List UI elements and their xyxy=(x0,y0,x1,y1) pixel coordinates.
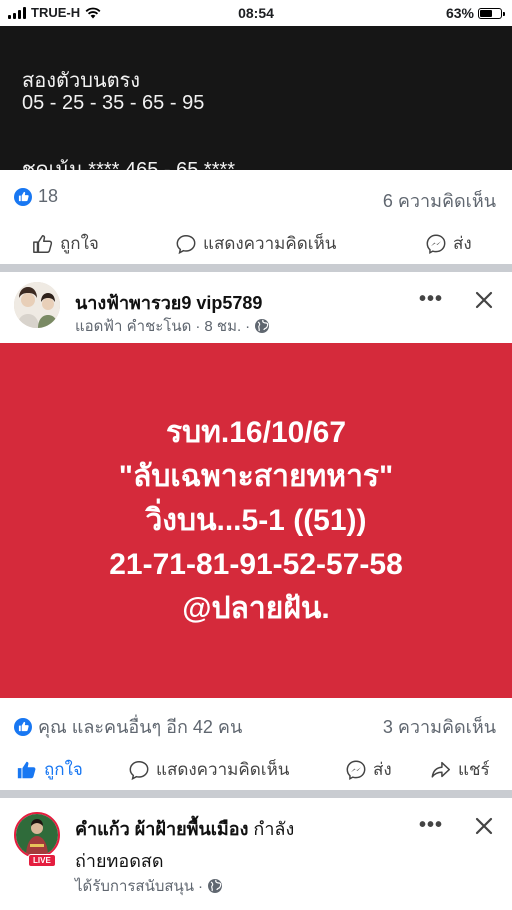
send-label: ส่ง xyxy=(453,234,472,253)
close-icon[interactable] xyxy=(474,816,494,836)
share-button[interactable]: แชร์ xyxy=(430,756,490,783)
post-time[interactable]: 8 ชม. xyxy=(204,314,241,338)
battery-icon xyxy=(478,7,505,19)
page-name[interactable]: นางฟ้าพารวย9 vip5789 xyxy=(75,288,262,317)
like-count[interactable]: คุณ และคนอื่นๆ อีก 42 คน xyxy=(14,712,242,741)
avatar[interactable] xyxy=(14,282,60,328)
comment-label: แสดงความคิดเห็น xyxy=(156,760,290,779)
post-header: นางฟ้าพารวย9 vip5789 แอดฟ้า คำชะโนด · 8 … xyxy=(0,272,512,342)
reaction-summary: 18 6 ความคิดเห็น xyxy=(0,172,512,222)
clock: 08:54 xyxy=(238,5,274,21)
sponsored-label[interactable]: ได้รับการสนับสนุน xyxy=(75,874,194,898)
image-text-line: "ลับเฉพาะสายทหาร" xyxy=(118,459,394,493)
image-text-line: รบท.16/10/67 xyxy=(165,415,347,449)
reaction-summary: คุณ และคนอื่นๆ อีก 42 คน 3 ความคิดเห็น xyxy=(0,698,512,748)
image-text-line: 05 - 25 - 35 - 65 - 95 xyxy=(22,92,205,114)
page-name[interactable]: คำแก้ว ผ้าฝ้ายพื้นเมือง xyxy=(75,819,248,839)
globe-icon xyxy=(255,319,270,333)
comment-count[interactable]: 3 ความคิดเห็น xyxy=(383,712,496,741)
post-meta: ได้รับการสนับสนุน · xyxy=(75,874,223,898)
post-image-red[interactable]: รบท.16/10/67 "ลับเฉพาะสายทหาร" วิ่งบน...… xyxy=(0,343,512,698)
comment-button[interactable]: แสดงความคิดเห็น xyxy=(128,756,289,783)
like-icon xyxy=(14,717,32,736)
like-count-text: คุณ และคนอื่นๆ อีก 42 คน xyxy=(38,717,243,737)
live-status: กำลัง xyxy=(253,819,295,839)
more-icon[interactable]: ••• xyxy=(419,288,443,311)
live-badge: LIVE xyxy=(28,854,56,867)
like-button[interactable]: ถูกใจ xyxy=(32,230,99,257)
post-divider xyxy=(0,790,512,798)
author-name[interactable]: แอดฟ้า คำชะโนด xyxy=(75,314,191,338)
post-actions: ถูกใจ แสดงความคิดเห็น ส่ง xyxy=(0,222,512,266)
comment-button[interactable]: แสดงความคิดเห็น xyxy=(175,230,336,257)
like-count-text: 18 xyxy=(38,186,59,206)
share-label: แชร์ xyxy=(458,760,490,779)
image-text-line: 21-71-81-91-52-57-58 xyxy=(109,547,403,581)
post-divider xyxy=(0,264,512,272)
messenger-icon xyxy=(346,760,366,780)
messenger-icon xyxy=(426,234,446,254)
comment-icon xyxy=(129,760,149,780)
battery-group: 63% xyxy=(445,5,505,21)
send-button[interactable]: ส่ง xyxy=(425,230,472,257)
comment-icon xyxy=(176,234,196,254)
post-actions: ถูกใจ แสดงความคิดเห็น ส่ง แชร์ xyxy=(0,748,512,792)
like-icon xyxy=(33,234,53,253)
close-icon[interactable] xyxy=(474,290,494,310)
comment-label: แสดงความคิดเห็น xyxy=(203,234,337,253)
send-label: ส่ง xyxy=(373,760,392,779)
post-meta: แอดฟ้า คำชะโนด · 8 ชม. · xyxy=(75,314,270,338)
like-label: ถูกใจ xyxy=(44,760,83,779)
like-count[interactable]: 18 xyxy=(14,186,58,207)
status-bar: TRUE-H 08:54 63% xyxy=(0,0,512,26)
like-icon xyxy=(17,761,36,778)
live-status-line: ถ่ายทอดสด xyxy=(75,851,164,871)
comment-count[interactable]: 6 ความคิดเห็น xyxy=(383,186,496,215)
more-icon[interactable]: ••• xyxy=(419,814,443,837)
like-icon xyxy=(14,187,32,206)
post-title-line: คำแก้ว ผ้าฝ้ายพื้นเมือง กำลัง xyxy=(75,814,294,843)
share-icon xyxy=(431,761,450,778)
image-text-line: วิ่งบน...5-1 ((51)) xyxy=(145,503,367,537)
like-button[interactable]: ถูกใจ xyxy=(16,756,83,783)
image-text-line: ชุดเน้น **** 465 - 65 **** xyxy=(22,159,236,170)
post-image-dark[interactable]: สองตัวบนตรง 05 - 25 - 35 - 65 - 95 ชุดเน… xyxy=(0,26,512,170)
like-label: ถูกใจ xyxy=(60,234,99,253)
avatar[interactable] xyxy=(14,812,60,858)
image-text-line: @ปลายฝัน. xyxy=(182,591,330,625)
send-button[interactable]: ส่ง xyxy=(345,756,392,783)
battery-percent: 63% xyxy=(445,5,474,21)
post-header: LIVE คำแก้ว ผ้าฝ้ายพื้นเมือง กำลัง ถ่ายท… xyxy=(0,798,512,910)
globe-icon xyxy=(208,879,223,893)
